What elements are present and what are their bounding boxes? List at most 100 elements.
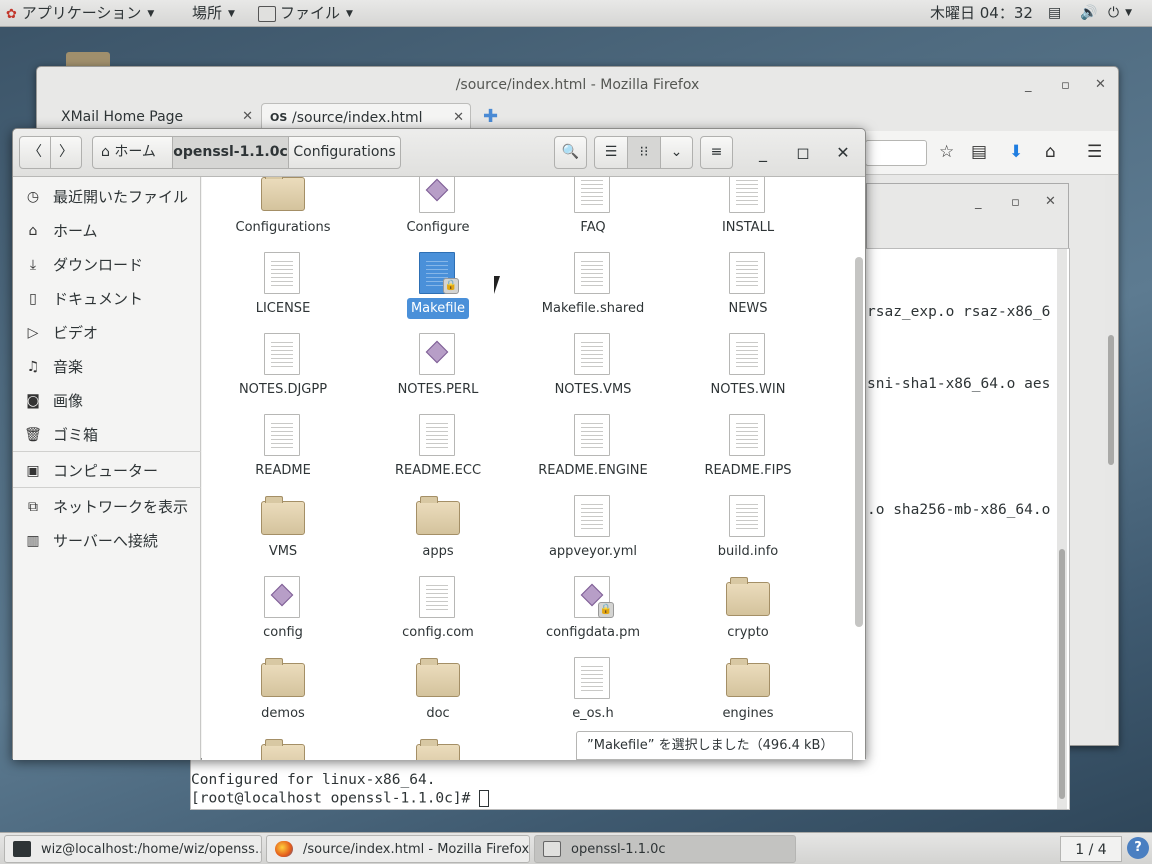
camera-icon: ◙ <box>26 393 40 409</box>
firefox-scrollbar[interactable] <box>1105 175 1117 730</box>
search-button[interactable]: 🔍 <box>554 136 587 169</box>
file-item[interactable]: NOTES.PERL <box>361 325 515 405</box>
file-item[interactable] <box>361 730 515 760</box>
file-item[interactable]: doc <box>361 649 515 729</box>
chevron-left-icon: 〈 <box>28 144 42 160</box>
reading-list-icon[interactable]: ▤ <box>971 141 987 163</box>
home-icon[interactable]: ⌂ <box>1045 141 1056 163</box>
task-file-manager[interactable]: openssl-1.1.0c <box>534 835 796 863</box>
file-item[interactable]: build.info <box>671 487 825 567</box>
close-tab-icon[interactable]: ✕ <box>242 103 253 131</box>
file-name-text: README.FIPS <box>704 463 792 478</box>
sidebar-item-camera[interactable]: ◙ 画像 <box>13 384 201 418</box>
star-icon[interactable]: ☆ <box>939 141 954 163</box>
file-item[interactable]: LICENSE <box>206 244 360 324</box>
minimize-icon[interactable]: _ <box>975 196 982 210</box>
file-item[interactable]: FAQ <box>516 177 670 243</box>
terminal-scrollbar[interactable] <box>1057 249 1067 809</box>
sidebar-item-music[interactable]: ♫ 音楽 <box>13 350 201 384</box>
sidebar-item-download[interactable]: ⤓ ダウンロード <box>13 248 201 282</box>
file-name-text: NOTES.WIN <box>710 382 786 397</box>
file-item[interactable]: VMS <box>206 487 360 567</box>
file-item[interactable]: apps <box>361 487 515 567</box>
network-icon: ⧉ <box>28 499 38 515</box>
file-item[interactable]: NOTES.VMS <box>516 325 670 405</box>
new-tab-icon[interactable]: ✚ <box>483 103 498 131</box>
file-item[interactable]: Configure <box>361 177 515 243</box>
sidebar-item-video[interactable]: ▷ ビデオ <box>13 316 201 350</box>
file-menu[interactable]: ファイル ▼ <box>258 0 353 27</box>
volume-icon[interactable]: 🔊 <box>1080 0 1097 27</box>
file-item[interactable]: appveyor.yml <box>516 487 670 567</box>
tab-xmail[interactable]: XMail Home Page ✕ <box>37 103 259 131</box>
file-name: crypto <box>671 624 825 642</box>
forward-button[interactable]: 〉 <box>50 136 82 169</box>
minimize-icon[interactable]: _ <box>1025 79 1032 93</box>
network-status-icon[interactable]: ▤ <box>1048 0 1061 27</box>
file-item[interactable]: NOTES.WIN <box>671 325 825 405</box>
applications-menu-label: アプリケーション <box>21 4 142 22</box>
task-terminal[interactable]: wiz@localhost:/home/wiz/openss… <box>4 835 262 863</box>
help-icon[interactable]: ? <box>1127 837 1149 859</box>
maximize-icon[interactable]: ▫ <box>1011 196 1020 210</box>
clock[interactable]: 木曜日 04：32 <box>930 0 1033 27</box>
search-input[interactable] <box>865 140 927 166</box>
list-view-button[interactable]: ☰ <box>594 136 628 169</box>
workspace-pager[interactable]: 1 / 4 <box>1060 836 1122 862</box>
file-item[interactable]: README.ECC <box>361 406 515 486</box>
sidebar-item-trash[interactable]: 🗑 ゴミ箱 <box>13 418 201 452</box>
sidebar-item-computer[interactable]: ▣ コンピューター <box>13 454 201 488</box>
power-icon[interactable]: ⏻ ▼ <box>1108 0 1132 27</box>
breadcrumb-home[interactable]: ⌂ ホーム <box>92 136 173 169</box>
file-item[interactable]: NOTES.DJGPP <box>206 325 360 405</box>
file-grid[interactable]: Configurations Configure FAQ INSTALL LICENSE… <box>202 177 865 760</box>
applications-menu[interactable]: ✿ アプリケーション ▼ <box>6 0 154 27</box>
grid-view-button[interactable]: ⁝⁝ <box>627 136 661 169</box>
sidebar-item-clock[interactable]: ◷ 最近開いたファイル <box>13 180 201 214</box>
breadcrumb-next[interactable]: Configurations <box>288 136 401 169</box>
close-icon[interactable]: ✕ <box>1045 195 1056 209</box>
view-options-button[interactable]: ⌄ <box>660 136 693 169</box>
file-item[interactable]: config <box>206 568 360 648</box>
menu-button[interactable]: ≡ <box>700 136 733 169</box>
file-name-text: engines <box>722 706 774 721</box>
file-item[interactable]: crypto <box>671 568 825 648</box>
file-item[interactable]: Makefile.shared <box>516 244 670 324</box>
file-item[interactable]: config.com <box>361 568 515 648</box>
tab-source-index[interactable]: OS /source/index.html ✕ <box>261 103 471 131</box>
breadcrumb-current[interactable]: openssl-1.1.0c <box>172 136 289 169</box>
file-item[interactable]: engines <box>671 649 825 729</box>
hamburger-menu-icon[interactable]: ☰ <box>1087 141 1102 163</box>
download-arrow-icon[interactable]: ⬇ <box>1009 141 1023 163</box>
sidebar-item-home[interactable]: ⌂ ホーム <box>13 214 201 248</box>
file-item[interactable]: README.FIPS <box>671 406 825 486</box>
sidebar-item-server[interactable]: ▥ サーバーへ接続 <box>13 524 201 558</box>
file-item[interactable]: NEWS <box>671 244 825 324</box>
file-grid-scrollbar[interactable] <box>855 257 863 627</box>
file-name-text: e_os.h <box>572 706 614 721</box>
file-item[interactable] <box>206 730 360 760</box>
close-button[interactable]: ✕ <box>827 136 859 169</box>
file-item[interactable]: Configurations <box>206 177 360 243</box>
sidebar: ◷ 最近開いたファイル ⌂ ホーム ⤓ ダウンロード ▯ ドキュメント ▷ ビデオ ♫ 音楽 ◙ 画像 🗑 ゴ… <box>13 177 201 760</box>
text-file-icon <box>729 252 765 294</box>
task-firefox[interactable]: /source/index.html - Mozilla Firefox <box>266 835 530 863</box>
file-item[interactable]: e_os.h <box>516 649 670 729</box>
folder-icon <box>726 658 770 697</box>
file-item[interactable]: 🔒 configdata.pm <box>516 568 670 648</box>
trash-icon: 🗑 <box>24 427 42 443</box>
file-item[interactable]: demos <box>206 649 360 729</box>
file-item[interactable]: INSTALL <box>671 177 825 243</box>
back-button[interactable]: 〈 <box>19 136 51 169</box>
file-item[interactable]: README.ENGINE <box>516 406 670 486</box>
sidebar-item-document[interactable]: ▯ ドキュメント <box>13 282 201 316</box>
sidebar-item-label: ネットワークを表示 <box>53 498 189 516</box>
maximize-icon[interactable]: ▫ <box>1061 79 1070 93</box>
file-item[interactable]: README <box>206 406 360 486</box>
file-item[interactable]: 🔒 Makefile <box>361 244 515 324</box>
places-menu[interactable]: 場所 ▼ <box>192 0 235 27</box>
minimize-button[interactable]: _ <box>747 136 779 169</box>
maximize-button[interactable]: ◻ <box>787 136 819 169</box>
sidebar-item-network[interactable]: ⧉ ネットワークを表示 <box>13 490 201 524</box>
close-icon[interactable]: ✕ <box>1095 78 1106 92</box>
